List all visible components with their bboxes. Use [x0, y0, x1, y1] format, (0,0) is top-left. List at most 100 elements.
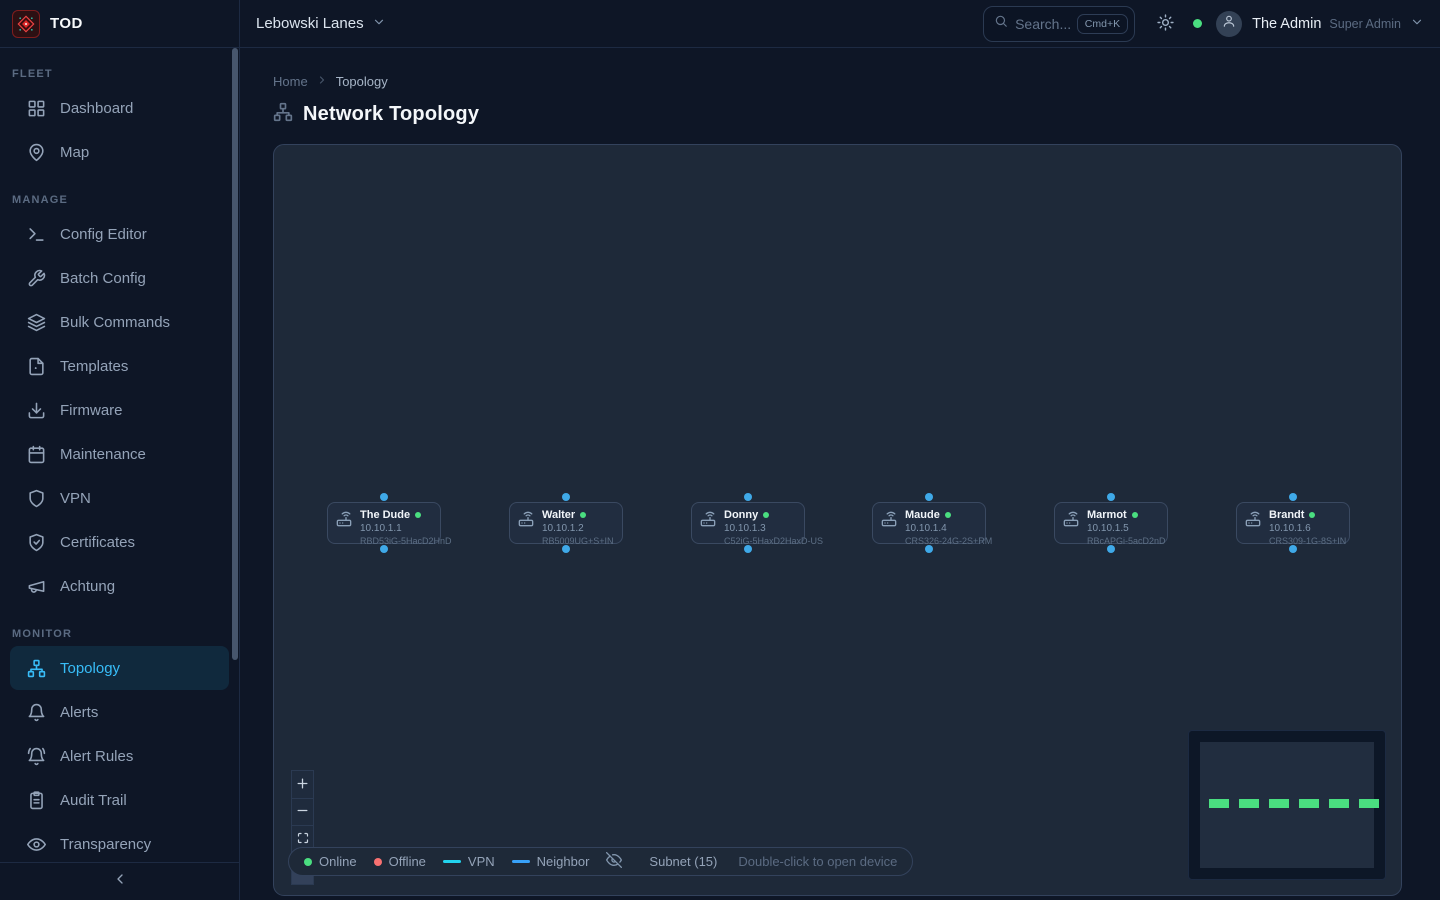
device-model: RBD53iG-5HacD2HnD — [360, 536, 452, 546]
sidebar-item-map[interactable]: Map — [10, 130, 229, 174]
legend-online: Online — [304, 854, 357, 869]
app-logo[interactable]: TOD — [0, 0, 239, 48]
main-area: Lebowski Lanes Cmd+K The Admin Super Adm… — [240, 0, 1440, 900]
user-role-badge: Super Admin — [1329, 17, 1401, 31]
device-node-maude[interactable]: Maude 10.10.1.4 CRS326-24G-2S+RM — [872, 502, 986, 544]
device-node-the-dude[interactable]: The Dude 10.10.1.1 RBD53iG-5HacD2HnD — [327, 502, 441, 544]
sidebar-item-alert-rules[interactable]: Alert Rules — [10, 734, 229, 778]
sun-icon — [1157, 14, 1174, 34]
sidebar-item-certificates[interactable]: Certificates — [10, 520, 229, 564]
connection-handle[interactable] — [925, 493, 933, 501]
page-content: Home Topology Network Topology The Dude … — [240, 48, 1440, 900]
user-name: The Admin — [1252, 16, 1321, 32]
device-model: CRS309-1G-8S+IN — [1269, 536, 1346, 546]
toggle-labels-button[interactable] — [606, 852, 622, 871]
sidebar-item-alerts[interactable]: Alerts — [10, 690, 229, 734]
connection-handle[interactable] — [1107, 545, 1115, 553]
device-node-donny[interactable]: Donny 10.10.1.3 C52iG-5HaxD2HaxD-US — [691, 502, 805, 544]
app-root: TOD FLEET Dashboard Map MANAGE Config Ed… — [0, 0, 1440, 900]
sidebar-nav: FLEET Dashboard Map MANAGE Config Editor… — [0, 48, 239, 862]
device-node-walter[interactable]: Walter 10.10.1.2 RB5009UG+S+IN — [509, 502, 623, 544]
breadcrumb: Home Topology — [273, 74, 1402, 89]
device-name: Maude — [905, 509, 940, 521]
sidebar-item-label: Audit Trail — [60, 792, 127, 809]
sidebar-item-bulk-commands[interactable]: Bulk Commands — [10, 300, 229, 344]
section-label-manage: MANAGE — [0, 194, 239, 206]
connection-handle[interactable] — [380, 493, 388, 501]
connection-handle[interactable] — [1289, 545, 1297, 553]
theme-toggle-button[interactable] — [1157, 14, 1174, 34]
sidebar-item-topology[interactable]: Topology — [10, 646, 229, 690]
legend-vpn: VPN — [443, 854, 495, 869]
minimap-node — [1239, 799, 1259, 808]
online-status-dot — [763, 512, 769, 518]
sidebar-item-audit-trail[interactable]: Audit Trail — [10, 778, 229, 822]
zoom-in-button[interactable] — [292, 771, 313, 798]
maximize-icon — [297, 832, 309, 847]
eye-icon — [27, 835, 46, 854]
search-box[interactable]: Cmd+K — [983, 6, 1135, 42]
sidebar-item-label: Certificates — [60, 534, 135, 551]
sidebar-item-label: Topology — [60, 660, 120, 677]
device-name: Donny — [724, 509, 758, 521]
sidebar-item-achtung[interactable]: Achtung — [10, 564, 229, 608]
sidebar-item-transparency[interactable]: Transparency — [10, 822, 229, 862]
topology-icon — [27, 659, 46, 678]
zoom-out-button[interactable] — [292, 798, 313, 825]
chevron-down-icon — [372, 15, 386, 33]
device-model: C52iG-5HaxD2HaxD-US — [724, 536, 823, 546]
vpn-line-icon — [443, 860, 461, 863]
canvas-legend: Online Offline VPN Neighbor Subnet (15) … — [288, 847, 913, 876]
connection-handle[interactable] — [562, 545, 570, 553]
minimap-node — [1299, 799, 1319, 808]
topology-canvas[interactable]: The Dude 10.10.1.1 RBD53iG-5HacD2HnD Wal… — [273, 144, 1402, 896]
device-ip: 10.10.1.3 — [724, 523, 823, 534]
breadcrumb-current: Topology — [336, 74, 388, 89]
neighbor-line-icon — [512, 860, 530, 863]
sidebar-item-firmware[interactable]: Firmware — [10, 388, 229, 432]
calendar-icon — [27, 445, 46, 464]
router-icon — [336, 511, 352, 532]
device-node-marmot[interactable]: Marmot 10.10.1.5 RBcAPGi-5acD2nD — [1054, 502, 1168, 544]
chevron-left-icon — [112, 871, 128, 892]
connection-handle[interactable] — [925, 545, 933, 553]
topology-icon — [273, 102, 293, 127]
device-ip: 10.10.1.5 — [1087, 523, 1166, 534]
sidebar-item-batch-config[interactable]: Batch Config — [10, 256, 229, 300]
connection-handle[interactable] — [1289, 493, 1297, 501]
bell-icon — [27, 703, 46, 722]
connection-handle[interactable] — [562, 493, 570, 501]
download-icon — [27, 401, 46, 420]
sidebar-item-dashboard[interactable]: Dashboard — [10, 86, 229, 130]
sidebar-item-templates[interactable]: Templates — [10, 344, 229, 388]
sidebar-item-config-editor[interactable]: Config Editor — [10, 212, 229, 256]
tod-logo-icon — [12, 10, 40, 38]
device-ip: 10.10.1.2 — [542, 523, 614, 534]
legend-neighbor: Neighbor — [512, 854, 590, 869]
chevron-down-icon — [1410, 15, 1424, 32]
sidebar-item-maintenance[interactable]: Maintenance — [10, 432, 229, 476]
minimap[interactable] — [1188, 730, 1386, 880]
sidebar-scrollbar[interactable] — [232, 48, 238, 660]
page-title: Network Topology — [303, 103, 479, 126]
connection-handle[interactable] — [380, 545, 388, 553]
org-switcher[interactable]: Lebowski Lanes — [256, 15, 386, 33]
user-menu-button[interactable] — [1410, 15, 1424, 32]
online-status-dot — [1309, 512, 1315, 518]
minimap-node — [1329, 799, 1349, 808]
search-input[interactable] — [1015, 16, 1070, 32]
connection-handle[interactable] — [744, 493, 752, 501]
connection-handle[interactable] — [744, 545, 752, 553]
device-node-brandt[interactable]: Brandt 10.10.1.6 CRS309-1G-8S+IN — [1236, 502, 1350, 544]
minimap-viewport — [1200, 742, 1374, 868]
router-icon — [1063, 511, 1079, 532]
app-title: TOD — [50, 15, 83, 32]
sidebar-item-vpn[interactable]: VPN — [10, 476, 229, 520]
device-name: Brandt — [1269, 509, 1304, 521]
sidebar-collapse-button[interactable] — [0, 862, 239, 900]
connection-handle[interactable] — [1107, 493, 1115, 501]
router-icon — [881, 511, 897, 532]
device-model: RBcAPGi-5acD2nD — [1087, 536, 1166, 546]
user-avatar[interactable] — [1216, 11, 1242, 37]
breadcrumb-home[interactable]: Home — [273, 74, 308, 89]
